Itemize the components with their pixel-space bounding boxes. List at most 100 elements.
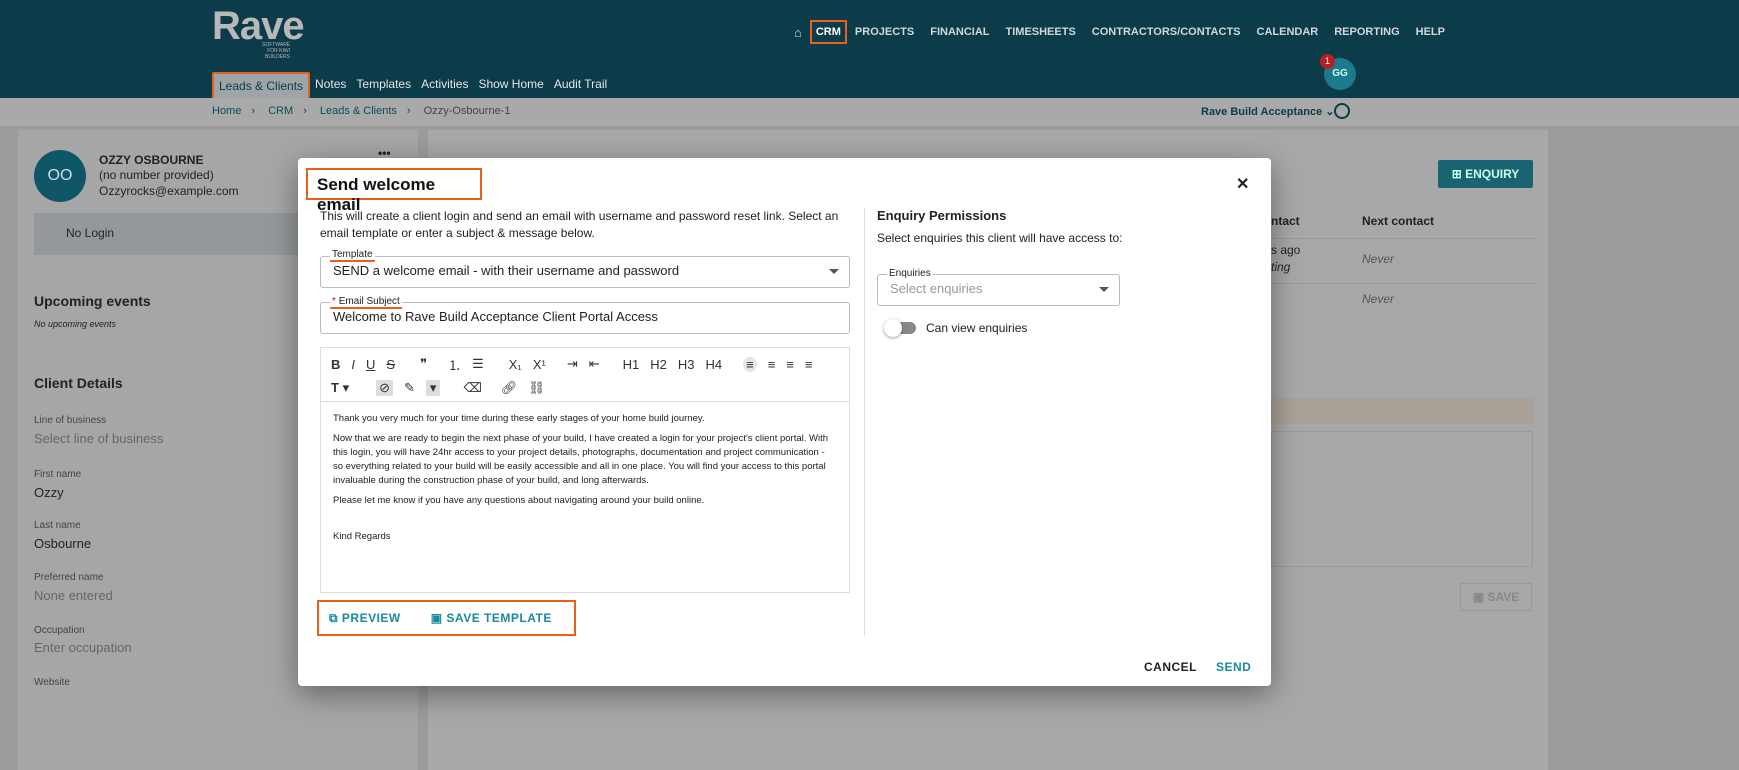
indent-icon[interactable]: ⇥ <box>567 356 578 372</box>
superscript-icon[interactable]: X¹ <box>533 357 546 372</box>
email-body[interactable]: Thank you very much for your time during… <box>321 402 849 560</box>
logo-tagline: SOFTWARE FOR KIWI BUILDERS <box>262 42 291 60</box>
template-label: Template <box>330 249 375 262</box>
row-next-contact: Never <box>1362 252 1395 266</box>
bold-icon[interactable]: B <box>331 357 340 372</box>
cancel-button[interactable]: CANCEL <box>1144 660 1197 674</box>
nav-help[interactable]: HELP <box>1408 26 1453 38</box>
nav-contractors[interactable]: CONTRACTORS/CONTACTS <box>1084 26 1249 38</box>
divider <box>864 208 865 636</box>
breadcrumb-current: Ozzy-Osbourne-1 <box>423 105 511 117</box>
h1-icon[interactable]: H1 <box>623 357 640 372</box>
body-paragraph: Please let me know if you have any quest… <box>333 495 705 506</box>
subnav-show-home[interactable]: Show Home <box>473 72 548 100</box>
h3-icon[interactable]: H3 <box>678 357 695 372</box>
send-button[interactable]: SEND <box>1216 660 1251 674</box>
preferred-name-input[interactable]: None entered <box>34 588 113 603</box>
subject-label: * Email Subject <box>330 296 402 309</box>
link-icon[interactable]: 🔗︎ <box>501 380 518 396</box>
can-view-enquiries-toggle[interactable] <box>884 319 916 337</box>
client-name: OZZY OSBOURNE <box>99 153 204 167</box>
last-name-input[interactable]: Osbourne <box>34 536 91 551</box>
col-last-contact: ntact <box>1271 214 1300 228</box>
h4-icon[interactable]: H4 <box>706 357 723 372</box>
breadcrumb-leads[interactable]: Leads & Clients <box>320 105 397 117</box>
save-template-button[interactable]: ▣ SAVE TEMPLATE <box>431 611 552 625</box>
occupation-input[interactable]: Enter occupation <box>34 640 132 655</box>
nav-crm[interactable]: CRM <box>809 20 847 44</box>
client-phone: (no number provided) <box>99 168 214 182</box>
strikethrough-icon[interactable]: S <box>386 357 395 372</box>
body-paragraph: Thank you very much for your time during… <box>333 413 705 424</box>
top-header: Rave SOFTWARE FOR KIWI BUILDERS ⌂ CRM PR… <box>0 0 1739 100</box>
italic-icon[interactable]: I <box>351 357 355 372</box>
subnav-templates[interactable]: Templates <box>351 72 416 100</box>
breadcrumb-home[interactable]: Home <box>212 105 241 117</box>
breadcrumb: Home › CRM › Leads & Clients › Ozzy-Osbourn… <box>212 105 511 117</box>
chevron-down-icon <box>1099 287 1109 292</box>
project-selector[interactable]: Rave Build Acceptance ⌄ <box>1201 105 1335 118</box>
nav-timesheets[interactable]: TIMESHEETS <box>998 26 1084 38</box>
clear-color-icon[interactable]: ⊘ <box>376 380 393 396</box>
subnav-leads-clients[interactable]: Leads & Clients <box>212 72 311 100</box>
subnav-activities[interactable]: Activities <box>416 72 473 100</box>
subnav-notes[interactable]: Notes <box>310 72 351 100</box>
editor-toolbar: B I U S ❞ ⒈ ☰ X₁ X¹ ⇥ ⇤ H1 H2 H3 H4 ≡ ≡ … <box>321 348 849 402</box>
permissions-description: Select enquiries this client will have a… <box>877 231 1123 245</box>
close-icon[interactable]: ✕ <box>1236 174 1249 194</box>
field-label: Last name <box>34 520 81 531</box>
align-left-icon[interactable]: ≡ <box>743 356 757 372</box>
nav-projects[interactable]: PROJECTS <box>847 26 922 38</box>
h2-icon[interactable]: H2 <box>650 357 667 372</box>
toggle-label: Can view enquiries <box>926 321 1028 335</box>
save-button[interactable]: ▣ SAVE <box>1460 583 1532 611</box>
upcoming-title: Upcoming events <box>34 293 151 309</box>
subnav-audit-trail[interactable]: Audit Trail <box>549 72 612 100</box>
first-name-input[interactable]: Ozzy <box>34 485 64 500</box>
home-icon[interactable]: ⌂ <box>786 25 810 40</box>
blockquote-icon[interactable]: ❞ <box>420 356 427 372</box>
preview-button[interactable]: ⧉ PREVIEW <box>329 611 401 626</box>
highlight-icon[interactable]: ✎ <box>404 380 415 396</box>
row-status: ting <box>1271 260 1291 274</box>
body-paragraph: Now that we are ready to begin the next … <box>333 433 829 486</box>
editor-actions: ⧉ PREVIEW ▣ SAVE TEMPLATE <box>317 600 576 636</box>
eraser-icon[interactable]: ⌫ <box>463 380 481 396</box>
body-paragraph: Kind Regards <box>333 531 391 542</box>
client-avatar: OO <box>34 150 86 202</box>
nav-reporting[interactable]: REPORTING <box>1326 26 1407 38</box>
breadcrumb-bar: Home › CRM › Leads & Clients › Ozzy-Osbourn… <box>0 98 1739 126</box>
sub-nav: Leads & Clients Notes Templates Activiti… <box>212 72 612 100</box>
unlink-icon[interactable]: ⛓︎ <box>528 380 545 396</box>
dialog-description: This will create a client login and send… <box>320 209 839 240</box>
bullet-list-icon[interactable]: ☰ <box>472 356 484 372</box>
align-right-icon[interactable]: ≡ <box>786 357 794 372</box>
enquiry-button[interactable]: ⊞ ENQUIRY <box>1438 160 1533 188</box>
row-last-contact: s ago <box>1271 243 1301 257</box>
outdent-icon[interactable]: ⇤ <box>589 356 600 372</box>
template-select[interactable]: SEND a welcome email - with their userna… <box>320 256 850 288</box>
permissions-title: Enquiry Permissions <box>877 208 1007 223</box>
align-center-icon[interactable]: ≡ <box>768 357 776 372</box>
text-size-icon[interactable]: T ▾ <box>331 380 349 396</box>
justify-icon[interactable]: ≡ <box>805 357 813 372</box>
col-next-contact: Next contact <box>1362 214 1435 228</box>
breadcrumb-crm[interactable]: CRM <box>268 105 293 117</box>
nav-calendar[interactable]: CALENDAR <box>1249 26 1327 38</box>
nav-financial[interactable]: FINANCIAL <box>922 26 997 38</box>
underline-icon[interactable]: U <box>366 357 375 372</box>
field-label: Line of business <box>34 415 107 426</box>
ordered-list-icon[interactable]: ⒈ <box>448 355 461 374</box>
history-icon[interactable] <box>1334 103 1350 119</box>
color-dropdown-icon[interactable]: ▾ <box>425 380 441 396</box>
field-label: Occupation <box>34 625 85 636</box>
subscript-icon[interactable]: X₁ <box>509 357 522 372</box>
line-of-business-input[interactable]: Select line of business <box>34 431 163 446</box>
upcoming-empty: No upcoming events <box>34 319 117 329</box>
notification-badge: 1 <box>1320 54 1335 69</box>
rich-text-editor: B I U S ❞ ⒈ ☰ X₁ X¹ ⇥ ⇤ H1 H2 H3 H4 ≡ ≡ … <box>320 347 850 593</box>
details-title: Client Details <box>34 375 123 391</box>
enquiries-label: Enquiries <box>887 268 933 279</box>
no-login-label: No Login <box>66 226 115 240</box>
row-next-contact: Never <box>1362 292 1395 306</box>
